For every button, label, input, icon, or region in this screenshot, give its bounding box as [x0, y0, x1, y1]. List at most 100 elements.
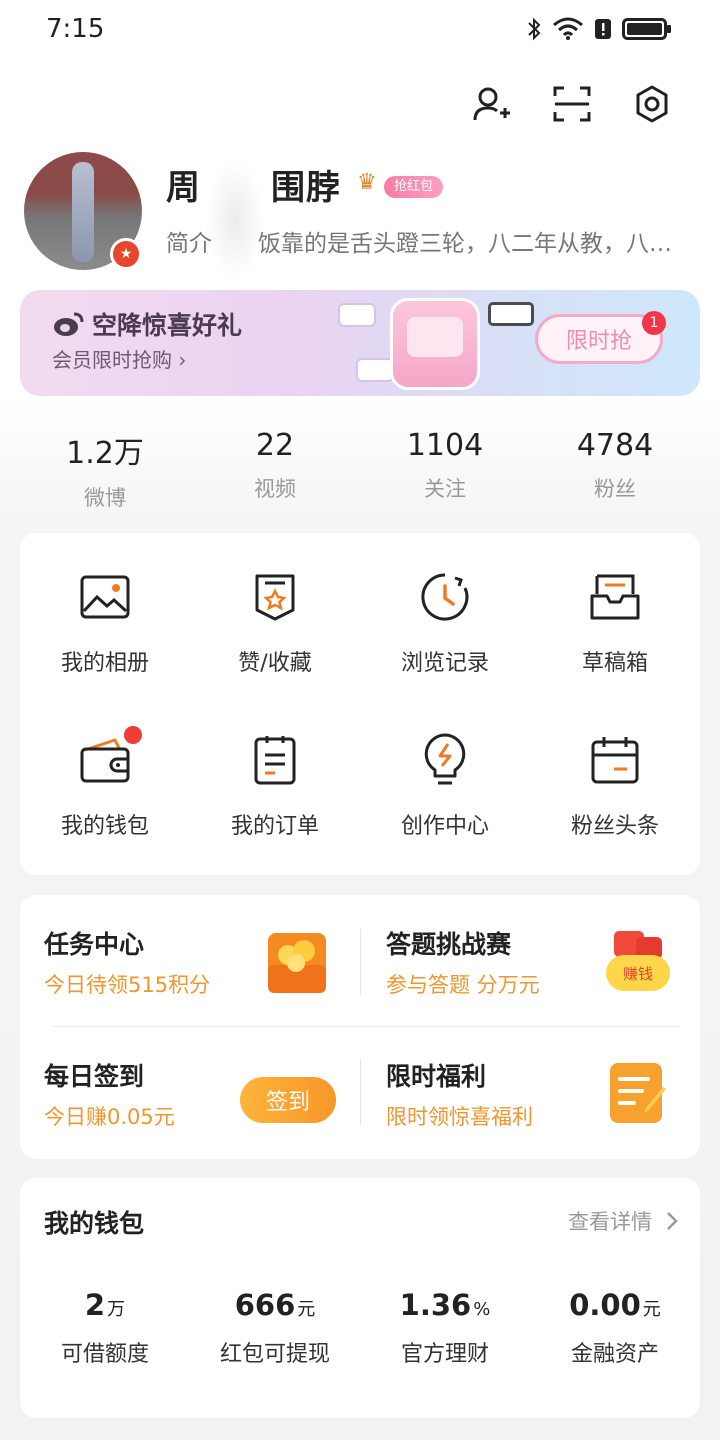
verified-star-icon: ★	[110, 238, 142, 270]
stat-value: 1.2万	[66, 436, 144, 471]
grid-label: 浏览记录	[400, 651, 489, 676]
task-center[interactable]: 任务中心 今日待领515积分	[44, 925, 210, 999]
wallet-value: 0.00	[569, 1288, 641, 1322]
tasks-card: 任务中心 今日待领515积分 答题挑战赛 参与答题 分万元 赚钱 每日签到 今日…	[20, 895, 700, 1159]
alert-icon	[595, 19, 611, 39]
wallet-icon	[77, 732, 133, 788]
notification-badge: 1	[642, 311, 666, 335]
red-envelope-icon: 赚钱	[606, 931, 672, 993]
grid-label: 草稿箱	[581, 651, 648, 676]
wifi-icon	[553, 17, 583, 40]
stat-weibo[interactable]: 1.2万 微博	[20, 428, 190, 512]
stat-value: 4784	[576, 428, 654, 463]
stat-value: 22	[255, 428, 295, 463]
chevron-right-icon	[667, 1212, 678, 1230]
profile-stats: 1.2万 微博 22 视频 1104 关注 4784 粉丝	[20, 428, 700, 512]
task-title: 限时福利	[386, 1062, 487, 1091]
grid-item-fan-headline[interactable]: 粉丝头条	[530, 732, 700, 897]
feature-grid-card: 我的相册 赞/收藏 浏览记录 草稿箱 我的钱包 我的订单 创作中心 粉丝头条	[20, 533, 700, 875]
wallet-unit: 元	[642, 1299, 661, 1320]
task-subtitle: 今日待领515积分	[44, 973, 211, 997]
scan-icon[interactable]	[550, 82, 594, 126]
grid-item-drafts[interactable]: 草稿箱	[530, 569, 700, 732]
blurred-region	[200, 150, 270, 290]
divider	[52, 1026, 680, 1027]
weibo-logo-icon	[54, 312, 84, 336]
wallet-label: 金融资产	[570, 1342, 659, 1367]
stat-label: 关注	[424, 477, 466, 501]
daily-sign-in[interactable]: 每日签到 今日赚0.05元	[44, 1057, 175, 1131]
grid-label: 我的订单	[230, 814, 319, 839]
limited-benefit[interactable]: 限时福利 限时领惊喜福利	[386, 1057, 533, 1131]
grid-label: 粉丝头条	[570, 814, 659, 839]
gift-device-illustration	[390, 298, 480, 390]
earn-badge: 赚钱	[606, 955, 670, 991]
drafts-inbox-icon	[587, 569, 643, 625]
battery-illustration	[488, 302, 534, 326]
sign-in-button[interactable]: 签到	[240, 1077, 336, 1123]
wallet-card: 我的钱包 查看详情 2万 可借额度 666 元 红包可提现 1.36% 官方理财 …	[20, 1178, 700, 1418]
wallet-details-label: 查看详情	[568, 1210, 652, 1234]
wallet-credit-limit[interactable]: 2万 可借额度	[20, 1288, 190, 1368]
chat-bubble-icon	[338, 303, 376, 327]
stat-following[interactable]: 1104 关注	[360, 428, 530, 512]
wallet-details-link[interactable]: 查看详情	[568, 1206, 678, 1236]
redpack-tag[interactable]: 抢红包	[384, 176, 444, 198]
divider	[360, 929, 361, 995]
task-subtitle: 参与答题 分万元	[386, 973, 540, 997]
banner-title: 空降惊喜好礼	[92, 311, 243, 340]
task-title: 任务中心	[44, 930, 145, 959]
wallet-label: 官方理财	[400, 1342, 489, 1367]
wallet-redpack-cash[interactable]: 666 元 红包可提现	[190, 1288, 360, 1368]
stat-label: 粉丝	[594, 477, 636, 501]
stat-videos[interactable]: 22 视频	[190, 428, 360, 512]
top-actions	[470, 82, 674, 126]
banner-title-row: 空降惊喜好礼	[52, 306, 242, 342]
banner-subtitle[interactable]: 会员限时抢购 ›	[52, 344, 186, 373]
notification-dot	[124, 726, 142, 744]
calendar-icon	[587, 732, 643, 788]
task-title: 每日签到	[44, 1062, 145, 1091]
orders-icon	[247, 732, 303, 788]
status-time: 7:15	[46, 14, 105, 44]
stat-value: 1104	[406, 428, 484, 463]
stat-followers[interactable]: 4784 粉丝	[530, 428, 700, 512]
lightbulb-icon	[417, 732, 473, 788]
notepad-pen-icon	[610, 1063, 666, 1123]
stat-label: 微博	[84, 486, 126, 510]
wallet-unit: 元	[297, 1299, 316, 1320]
task-subtitle: 今日赚0.05元	[44, 1105, 175, 1129]
chat-bubble-icon	[356, 358, 394, 382]
grid-item-history[interactable]: 浏览记录	[360, 569, 530, 732]
wallet-value: 1.36	[399, 1288, 472, 1322]
add-friend-icon[interactable]	[470, 82, 514, 126]
divider	[360, 1059, 361, 1125]
status-icons	[526, 16, 672, 42]
settings-gear-icon[interactable]	[630, 82, 674, 126]
grid-item-creator-center[interactable]: 创作中心	[360, 732, 530, 897]
grid-item-wallet[interactable]: 我的钱包	[20, 726, 190, 897]
photo-album-icon	[77, 569, 133, 625]
wallet-unit: %	[473, 1299, 491, 1320]
history-clock-icon	[417, 569, 473, 625]
grid-item-orders[interactable]: 我的订单	[190, 732, 360, 897]
task-subtitle: 限时领惊喜福利	[386, 1105, 533, 1129]
wallet-financial-assets[interactable]: 0.00 元 金融资产	[530, 1288, 700, 1368]
wallet-label: 可借额度	[60, 1342, 149, 1367]
wallet-label: 红包可提现	[219, 1342, 330, 1367]
stat-label: 视频	[254, 477, 296, 501]
battery-icon	[622, 18, 671, 40]
wallet-official-finance[interactable]: 1.36% 官方理财	[360, 1288, 530, 1368]
quiz-challenge[interactable]: 答题挑战赛 参与答题 分万元	[386, 925, 540, 999]
grid-label: 赞/收藏	[238, 651, 312, 676]
grid-label: 我的钱包	[60, 814, 149, 839]
wallet-title: 我的钱包	[44, 1209, 145, 1238]
grid-item-favorites[interactable]: 赞/收藏	[190, 569, 360, 732]
bluetooth-icon	[528, 17, 541, 41]
wallet-value: 666	[234, 1288, 296, 1322]
bio-text[interactable]: 简介 饭靠的是舌头蹬三轮，八二年从教，八…	[166, 224, 696, 258]
vip-crown-icon: ♛	[357, 170, 377, 195]
favorites-icon	[247, 569, 303, 625]
grid-item-album[interactable]: 我的相册	[20, 569, 190, 732]
coins-chest-icon	[268, 933, 326, 993]
